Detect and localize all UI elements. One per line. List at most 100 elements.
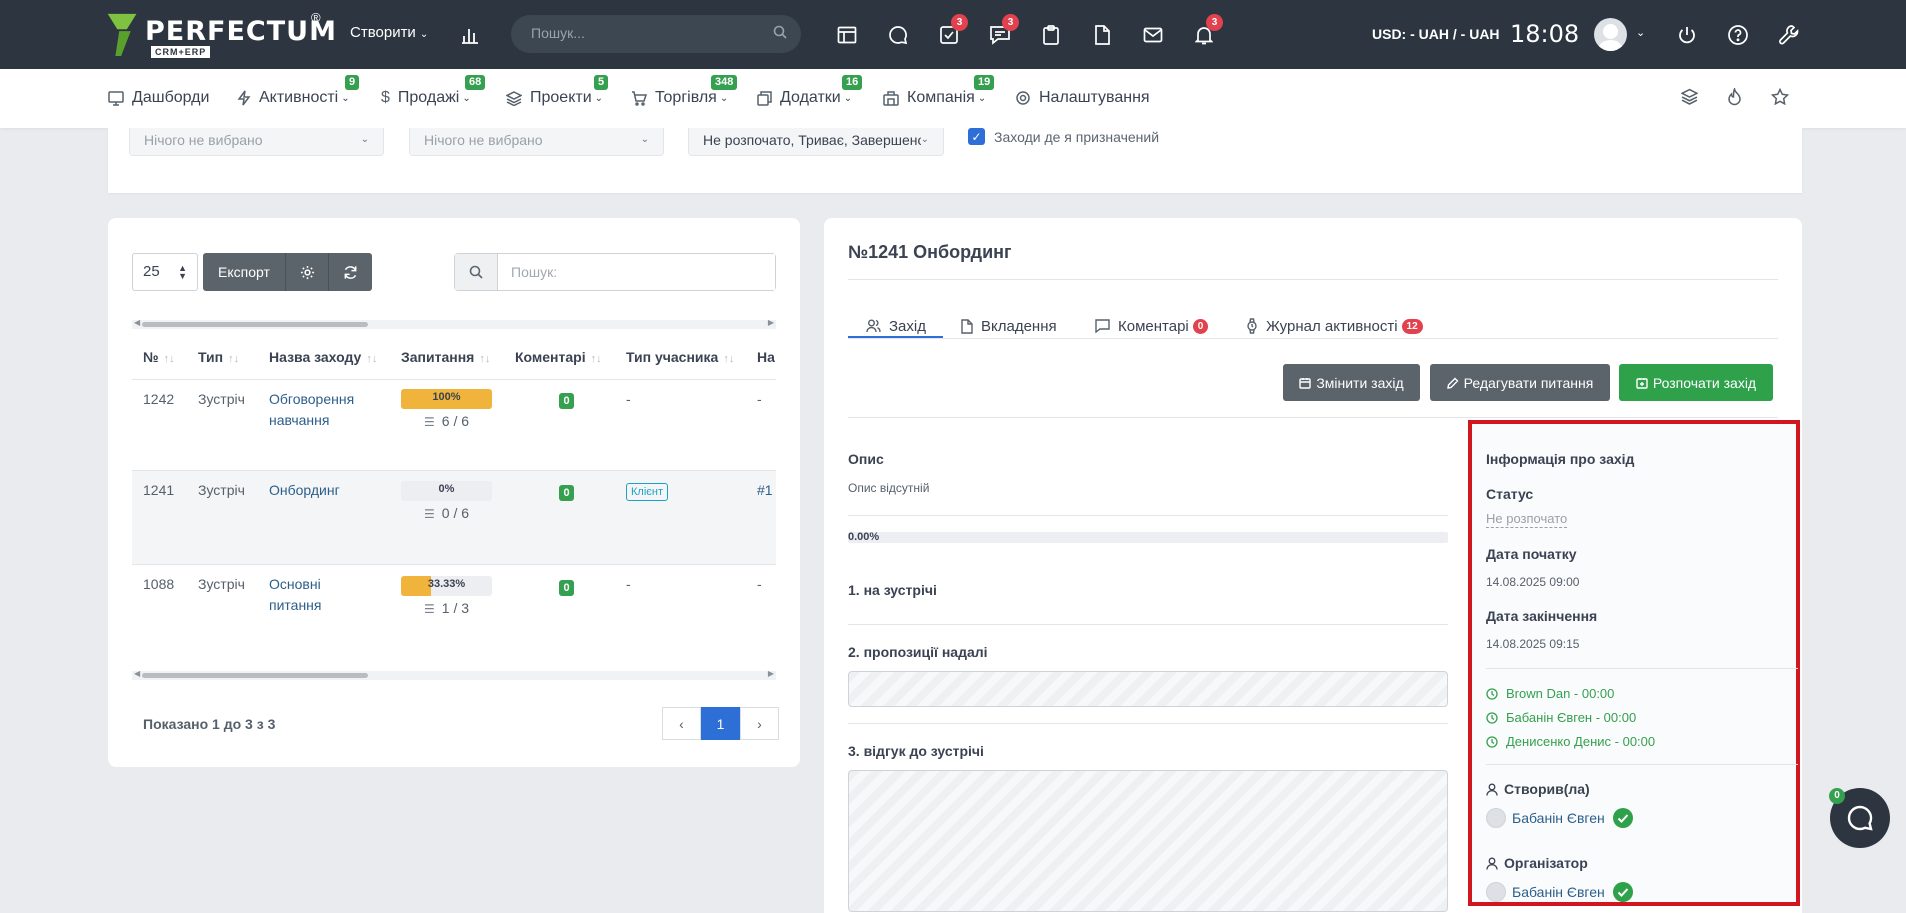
column-header-number[interactable]: № ↑↓ [143, 336, 175, 379]
fire-icon[interactable] [1727, 86, 1742, 109]
power-icon[interactable] [1674, 22, 1700, 48]
arrow-right-icon[interactable]: ▶ [768, 318, 774, 327]
nav-sales[interactable]: $ Продажі ⌄ 68 [381, 75, 486, 107]
status-value[interactable]: Не розпочато [1486, 511, 1568, 528]
tab-attachments[interactable]: Вкладення [961, 306, 1057, 346]
chevron-down-icon[interactable]: ⌄ [1636, 26, 1645, 39]
gear-icon [1015, 90, 1031, 106]
column-header-participant-type[interactable]: Тип учасника ↑↓ [626, 336, 734, 379]
arrow-left-icon[interactable]: ◀ [134, 669, 140, 678]
bar-chart-icon[interactable] [457, 22, 483, 48]
calendar-plus-icon [1636, 377, 1648, 389]
kanban-icon[interactable] [834, 22, 860, 48]
logo[interactable]: PERFECTUM ® CRM+ERP [107, 10, 337, 58]
scrollbar-thumb[interactable] [142, 673, 368, 678]
question-3-textarea[interactable] [848, 770, 1448, 912]
participant-item: Денисенко Денис - 00:00 [1486, 734, 1655, 749]
scrollbar-thumb[interactable] [142, 322, 368, 327]
tab-event[interactable]: Захід [866, 306, 926, 346]
columns-settings-button[interactable] [286, 253, 329, 291]
nav-activities[interactable]: Активності ⌄ 9 [237, 75, 360, 107]
horizontal-scrollbar-top[interactable]: ◀ ▶ [132, 318, 776, 329]
create-dropdown[interactable]: Створити ⌄ [350, 24, 428, 41]
refresh-button[interactable] [329, 253, 372, 291]
nav-label: Торгівля [655, 89, 717, 106]
global-search[interactable] [511, 15, 801, 53]
nav-projects[interactable]: Проекти ⌄ 5 [506, 75, 609, 107]
page-length-value: 25 [143, 263, 160, 280]
cell-extra[interactable]: #1 [757, 480, 773, 501]
tab-comments[interactable]: Коментарі 0 [1095, 306, 1209, 346]
column-header-questions[interactable]: Запитання ↑↓ [401, 336, 490, 379]
clipboard-icon[interactable] [1038, 22, 1064, 48]
column-header-name[interactable]: Назва заходу ↑↓ [269, 336, 377, 379]
table-row[interactable]: 1241 Зустріч Онбординг 0% ☰ 0 / 6 0 Клієн… [132, 471, 776, 564]
chat-icon[interactable] [885, 22, 911, 48]
questions-count: ☰ 0 / 6 [424, 505, 469, 521]
bell-icon[interactable]: 3 [1191, 14, 1223, 48]
copy-icon [757, 90, 772, 106]
name-line: Основні [269, 576, 321, 592]
table-toolbar: Експорт [203, 253, 372, 291]
nav-settings[interactable]: Налаштування [1015, 89, 1150, 107]
export-button[interactable]: Експорт [203, 253, 286, 291]
checkbox-checked-icon[interactable]: ✓ [968, 128, 985, 145]
table-search[interactable] [454, 253, 776, 291]
column-header-comments[interactable]: Коментарі ↑↓ [515, 336, 602, 379]
divider [132, 379, 776, 380]
mail-icon[interactable] [1140, 22, 1166, 48]
assigned-filter[interactable]: ✓ Заходи де я призначений [968, 128, 1159, 145]
prev-page-button[interactable]: ‹ [662, 707, 701, 740]
created-by-user[interactable]: Бабанін Євген [1486, 808, 1633, 828]
global-search-input[interactable] [531, 25, 761, 41]
arrow-right-icon[interactable]: ▶ [768, 669, 774, 678]
file-icon [961, 318, 973, 334]
user-avatar[interactable] [1594, 18, 1627, 51]
change-event-button[interactable]: Змінити захід [1283, 364, 1420, 401]
filter-select-2[interactable]: Нічого не вибрано ⌄ [409, 128, 664, 156]
wrench-icon[interactable] [1776, 22, 1802, 48]
start-event-button[interactable]: Розпочати захід [1619, 364, 1773, 401]
header-label: Коментарі [515, 349, 586, 365]
star-icon[interactable] [1770, 87, 1790, 109]
nav-company[interactable]: Компанія ⌄ 19 [883, 75, 995, 107]
clock-icon [1486, 735, 1498, 748]
arrow-left-icon[interactable]: ◀ [134, 318, 140, 327]
start-date-value: 14.08.2025 09:00 [1486, 575, 1580, 589]
messages-icon[interactable]: 3 [987, 14, 1019, 48]
horizontal-scrollbar-bottom[interactable]: ◀ ▶ [132, 669, 776, 680]
bolt-icon [237, 90, 251, 106]
next-page-button[interactable]: › [740, 707, 779, 740]
event-name-link[interactable]: Онбординг [269, 480, 340, 501]
page-length-select[interactable]: 25 ▲ ▼ [132, 253, 198, 291]
column-header-type[interactable]: Тип ↑↓ [198, 336, 239, 379]
nav-label: Дашборди [132, 89, 210, 106]
nav-trade[interactable]: Торгівля ⌄ 348 [631, 75, 738, 107]
organizer-user[interactable]: Бабанін Євген [1486, 882, 1633, 902]
filter-select-1[interactable]: Нічого не вибрано ⌄ [129, 128, 384, 156]
sort-icon: ↑↓ [163, 353, 175, 365]
tasks-icon[interactable]: 3 [936, 14, 968, 48]
status-select[interactable]: Не розпочато, Триває, Завершено ⌄ [688, 128, 944, 156]
edit-questions-button[interactable]: Редагувати питання [1430, 364, 1610, 401]
column-header-more[interactable]: На [757, 336, 775, 379]
nav-label: Проекти [530, 89, 592, 106]
event-name-link[interactable]: Основні питання [269, 574, 322, 616]
event-info-panel: Інформація про захід Статус Не розпочато… [1468, 420, 1800, 906]
layers-icon[interactable] [1680, 88, 1699, 108]
participant-label: Денисенко Денис - 00:00 [1506, 734, 1656, 749]
nav-apps[interactable]: Додатки ⌄ 16 [757, 75, 863, 107]
document-icon[interactable] [1089, 22, 1115, 48]
nav-dashboards[interactable]: Дашборди [108, 89, 209, 107]
help-icon[interactable] [1725, 22, 1751, 48]
question-1: 1. на зустрічі [848, 582, 937, 598]
event-name-link[interactable]: Обговорення навчання [269, 389, 354, 431]
page-button-1[interactable]: 1 [701, 707, 740, 740]
divider [848, 515, 1448, 516]
cell-id: 1241 [143, 482, 175, 498]
table-search-input[interactable] [498, 254, 775, 290]
question-2-input[interactable] [848, 671, 1448, 707]
tab-activity-log[interactable]: Журнал активності 12 [1246, 306, 1423, 346]
nav-label: Додатки [780, 89, 841, 106]
user-name: Бабанін Євген [1512, 810, 1605, 826]
